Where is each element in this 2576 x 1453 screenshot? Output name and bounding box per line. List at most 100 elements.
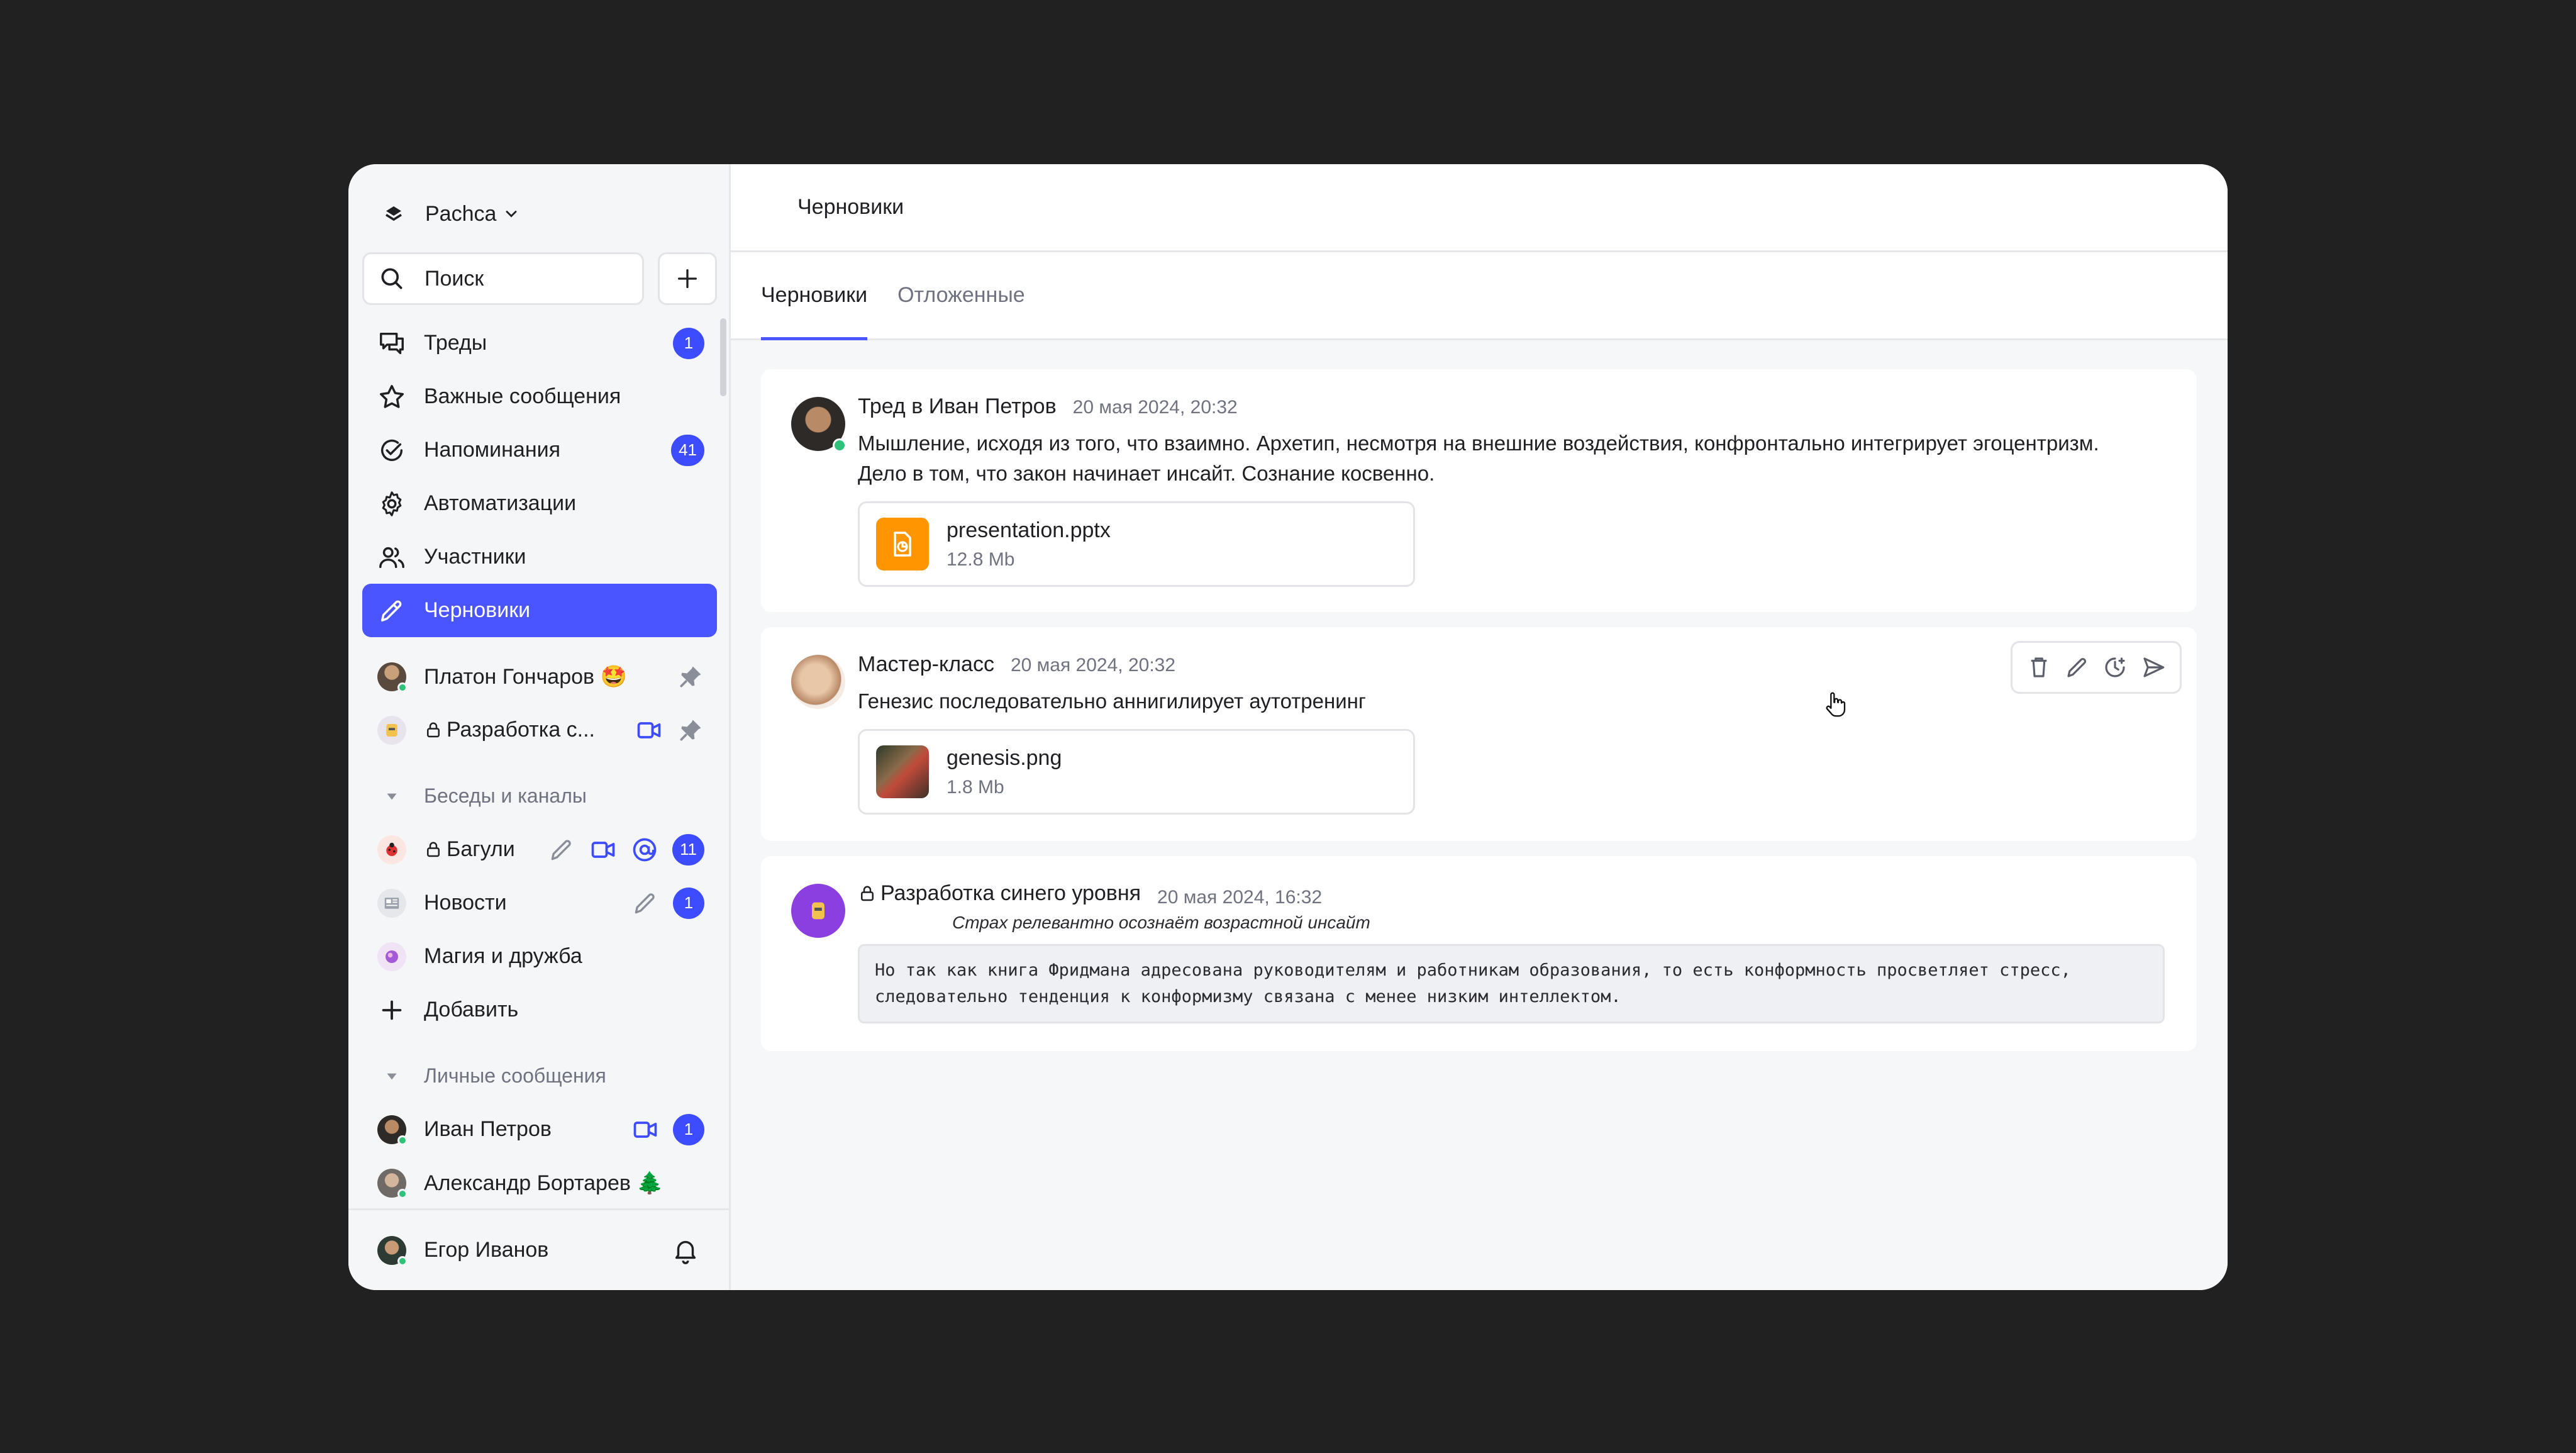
sidebar-item-reminders[interactable]: Напоминания 41: [362, 423, 717, 477]
sidebar-item-baguli[interactable]: Багули 11: [362, 823, 717, 876]
sidebar-item-news[interactable]: Новости 1: [362, 876, 717, 930]
sidebar-item-magic[interactable]: Магия и дружба: [362, 930, 717, 983]
trailing-icons: [635, 716, 704, 744]
search-row: Поиск: [362, 252, 717, 305]
unread-badge: 1: [673, 887, 704, 919]
trailing-icons: 11: [548, 833, 704, 866]
unread-badge: 11: [672, 833, 704, 866]
draft-actions: [2011, 641, 2182, 694]
video-icon[interactable]: [635, 716, 663, 744]
mention-icon: [633, 838, 657, 861]
trailing-icons: [677, 663, 704, 691]
section-direct-messages[interactable]: Личные сообщения: [362, 1049, 717, 1103]
send-icon[interactable]: [2140, 654, 2167, 681]
sidebar-item-label: Автоматизации: [424, 491, 577, 515]
tab-scheduled[interactable]: Отложенные: [897, 252, 1025, 338]
avatar: [377, 662, 408, 693]
draft-card[interactable]: Разработка синего уровня 20 мая 2024, 16…: [761, 856, 2197, 1051]
sidebar-item-label: Напоминания: [424, 438, 561, 462]
pencil-icon: [380, 600, 402, 621]
section-channels[interactable]: Беседы и каналы: [362, 769, 717, 823]
sidebar-nav: Треды 1 Важные сообщения Напоминания 41 …: [362, 316, 717, 1210]
draft-timestamp: 20 мая 2024, 16:32: [1157, 886, 1323, 908]
current-user-name: Егор Иванов: [424, 1238, 549, 1262]
sidebar-item-members[interactable]: Участники: [362, 530, 717, 584]
sidebar-item-label: Добавить: [424, 998, 519, 1022]
sidebar-item-label: Разработка с...: [447, 718, 596, 742]
sidebar-item-label: Треды: [424, 331, 487, 355]
sidebar-item-platon[interactable]: Платон Гончаров 🤩: [362, 650, 717, 703]
trash-icon[interactable]: [2026, 654, 2052, 681]
pin-icon[interactable]: [677, 663, 704, 691]
unread-badge: 41: [671, 434, 704, 466]
page-title: Черновики: [731, 164, 2228, 252]
tab-drafts[interactable]: Черновики: [761, 252, 868, 340]
lock-icon: [427, 722, 440, 737]
sidebar-item-label: Важные сообщения: [424, 384, 621, 408]
bell-icon[interactable]: [671, 1236, 700, 1265]
hand-cursor-icon: [1826, 692, 1846, 717]
draft-target: Тред в Иван Петров: [858, 394, 1057, 418]
search-input[interactable]: Поиск: [362, 252, 644, 305]
lock-icon: [427, 842, 440, 857]
video-icon[interactable]: [631, 1116, 659, 1144]
presentation-file-icon: [876, 518, 929, 571]
sidebar-scrollbar[interactable]: [720, 318, 726, 396]
sidebar-item-important[interactable]: Важные сообщения: [362, 370, 717, 423]
online-indicator: [397, 1255, 408, 1266]
video-icon[interactable]: [589, 836, 617, 864]
schedule-icon[interactable]: [2102, 654, 2128, 681]
avatar: [377, 1115, 408, 1145]
channel-name: Разработка синего уровня: [880, 881, 1141, 905]
draft-text: Генезис последовательно аннигилирует аут…: [858, 689, 1366, 713]
pin-icon[interactable]: [677, 716, 704, 744]
sidebar-item-alexander[interactable]: Александр Бортарев 🌲: [362, 1156, 717, 1210]
sidebar-item-drafts[interactable]: Черновики: [362, 584, 717, 637]
avatar: [791, 655, 845, 709]
check-circle-icon: [380, 439, 403, 461]
draft-card[interactable]: Мастер-класс 20 мая 2024, 20:32 Генезис …: [761, 627, 2197, 841]
workspace-name: Pachca: [425, 201, 497, 226]
draft-card[interactable]: Тред в Иван Петров 20 мая 2024, 20:32 Мы…: [761, 369, 2197, 612]
file-name: genesis.png: [947, 745, 1062, 770]
file-name: presentation.pptx: [947, 518, 1111, 542]
code-line: Но так как книга Фридмана адресована рук…: [875, 960, 2071, 980]
workspace-switcher[interactable]: Pachca: [381, 192, 520, 236]
sidebar-item-dev-channel[interactable]: Разработка с...: [362, 703, 717, 757]
new-chat-button[interactable]: [658, 252, 717, 305]
sidebar-item-threads[interactable]: Треды 1: [362, 316, 717, 370]
code-line: следовательно тенденция к конформизму св…: [875, 987, 1621, 1006]
sidebar-item-label: Иван Петров: [424, 1117, 552, 1141]
sidebar-item-label: Багули: [447, 837, 515, 861]
sidebar-item-ivan[interactable]: Иван Петров 1: [362, 1103, 717, 1156]
sidebar-item-label: Участники: [424, 545, 526, 569]
file-attachment[interactable]: presentation.pptx 12.8 Mb: [858, 501, 1415, 587]
file-size: 1.8 Mb: [947, 776, 1004, 798]
main-panel: Черновики Черновики Отложенные Тред в Ив…: [731, 164, 2228, 1290]
section-title: Личные сообщения: [424, 1064, 606, 1087]
avatar: [791, 884, 845, 938]
draft-target: Мастер-класс: [858, 652, 994, 676]
avatar: [377, 888, 406, 918]
users-icon: [379, 547, 404, 568]
unread-badge: 1: [673, 1113, 704, 1145]
avatar: [377, 1235, 408, 1266]
add-channel-button[interactable]: Добавить: [362, 983, 717, 1037]
online-indicator: [397, 682, 408, 693]
search-icon: [381, 268, 402, 289]
edit-icon[interactable]: [2064, 654, 2090, 681]
avatar: [791, 397, 847, 452]
plus-icon: [678, 269, 697, 288]
search-placeholder: Поиск: [425, 266, 484, 291]
trailing-icons: 1: [631, 1113, 704, 1145]
file-size: 12.8 Mb: [947, 548, 1015, 570]
sidebar-item-automations[interactable]: Автоматизации: [362, 477, 717, 530]
sidebar-item-label: Новости: [424, 891, 507, 915]
caret-down-icon: [377, 782, 406, 811]
plus-icon: [382, 1000, 402, 1020]
avatar: [377, 835, 406, 864]
pencil-icon: [635, 893, 655, 913]
current-user-bar[interactable]: Егор Иванов: [348, 1208, 729, 1290]
file-attachment[interactable]: genesis.png 1.8 Mb: [858, 729, 1415, 815]
caret-down-icon: [377, 1062, 406, 1091]
